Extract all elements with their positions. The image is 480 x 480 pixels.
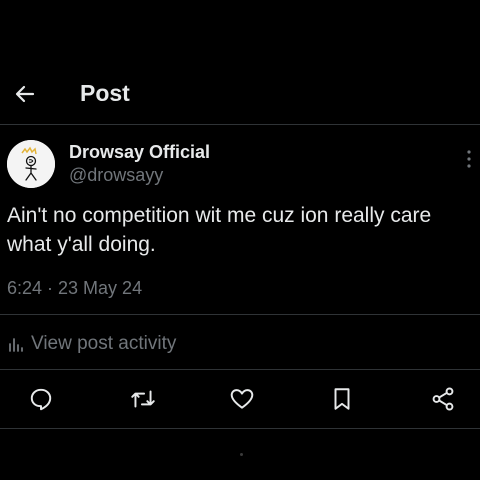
header-divider	[0, 124, 480, 125]
page-title: Post	[80, 80, 130, 106]
bookmark-icon	[334, 388, 350, 410]
actions-divider	[0, 428, 480, 429]
post-text: Ain't no competition wit me cuz ion real…	[7, 204, 432, 256]
reply-icon	[30, 388, 52, 411]
share-icon	[432, 387, 454, 411]
author-display-name[interactable]: Drowsay Official	[69, 141, 210, 163]
repost-button[interactable]	[128, 384, 158, 414]
arrow-left-icon	[15, 85, 35, 103]
reply-button[interactable]	[26, 384, 56, 414]
stick-figure-avatar	[7, 140, 55, 188]
bar-chart-icon	[9, 338, 23, 352]
view-post-activity-link[interactable]: View post activity	[7, 331, 176, 357]
avatar[interactable]	[7, 140, 55, 188]
share-button[interactable]	[428, 384, 458, 414]
bookmark-button[interactable]	[327, 384, 357, 414]
timestamp-divider	[0, 314, 480, 315]
more-vertical-icon	[467, 150, 471, 168]
scroll-indicator	[240, 453, 243, 456]
post-header: Post	[0, 64, 480, 124]
repost-icon	[131, 390, 155, 408]
activity-divider	[0, 369, 480, 370]
view-post-activity-label: View post activity	[31, 333, 177, 354]
post-action-bar	[0, 384, 480, 414]
like-button[interactable]	[227, 384, 257, 414]
post-timestamp[interactable]: 6:24 · 23 May 24	[7, 277, 142, 299]
back-button[interactable]	[10, 79, 40, 109]
like-icon	[230, 389, 254, 409]
author-handle[interactable]: @drowsayy	[69, 164, 163, 186]
more-options-button[interactable]	[458, 148, 480, 170]
